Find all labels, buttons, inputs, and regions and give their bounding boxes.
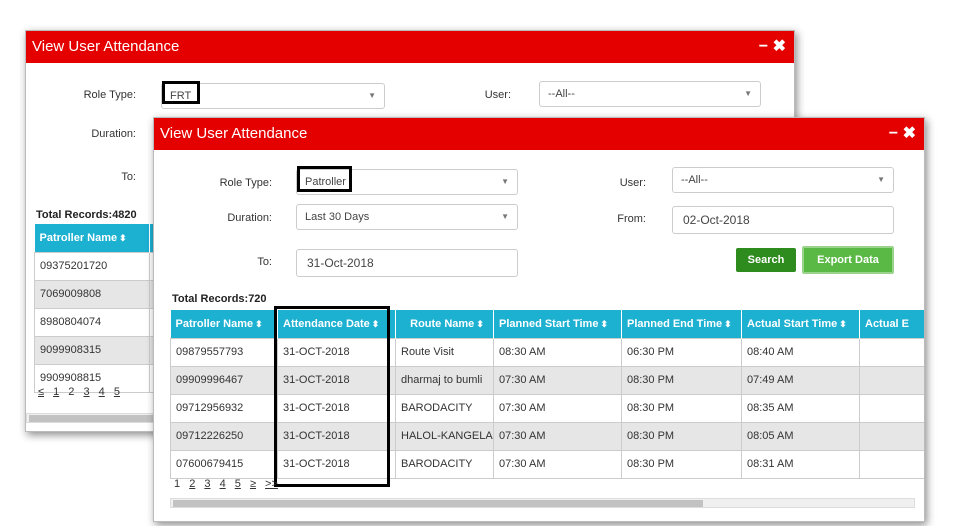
col-route-name[interactable]: Route Name ⬍ <box>395 310 494 338</box>
col-planned-start[interactable]: Planned Start Time ⬍ <box>493 310 622 338</box>
col-actual-start[interactable]: Actual Start Time ⬍ <box>741 310 860 338</box>
pager-first[interactable]: ≤ <box>38 386 44 398</box>
back-user-label: User: <box>484 89 511 101</box>
back-total-records: Total Records:4820 <box>36 209 137 221</box>
front-user-select[interactable]: --All-- ▼ <box>672 167 894 193</box>
front-user-label: User: <box>619 177 646 189</box>
front-dialog-title: View User Attendance <box>160 125 308 142</box>
sort-icon[interactable]: ⬍ <box>600 319 608 329</box>
front-scroll-thumb[interactable] <box>173 500 703 507</box>
back-dialog-title: View User Attendance <box>32 38 180 55</box>
pager-page-4[interactable]: 4 <box>220 478 226 490</box>
front-titlebar: View User Attendance − ✖ <box>154 118 924 150</box>
front-from-label: From: <box>617 213 646 225</box>
back-user-select[interactable]: --All-- ▼ <box>539 81 761 107</box>
back-window-controls[interactable]: − ✖ <box>759 31 786 63</box>
front-from-input[interactable]: 02-Oct-2018 <box>672 206 894 234</box>
back-pager: ≤ 1 2 3 4 5 <box>38 386 126 398</box>
pager-page-1[interactable]: 1 <box>174 478 180 490</box>
back-titlebar: View User Attendance − ✖ <box>26 31 794 63</box>
back-duration-label: Duration: <box>91 128 136 140</box>
col-planned-end[interactable]: Planned End Time ⬍ <box>621 310 742 338</box>
pager-last[interactable]: >> <box>265 478 278 490</box>
chevron-down-icon: ▼ <box>501 212 509 221</box>
pager-page-3[interactable]: 3 <box>204 478 210 490</box>
pager-page-4[interactable]: 4 <box>99 386 105 398</box>
sort-icon[interactable]: ⬍ <box>839 319 847 329</box>
sort-icon[interactable]: ⬍ <box>255 319 263 329</box>
back-scrollbar[interactable] <box>26 413 156 423</box>
pager-page-2[interactable]: 2 <box>189 478 195 490</box>
front-scrollbar[interactable] <box>170 498 915 508</box>
chevron-down-icon: ▼ <box>877 175 885 184</box>
front-window-controls[interactable]: − ✖ <box>889 118 916 150</box>
front-to-label: To: <box>257 256 272 268</box>
pager-page-5[interactable]: 5 <box>114 386 120 398</box>
chevron-down-icon: ▼ <box>368 91 376 100</box>
front-duration-select[interactable]: Last 30 Days ▼ <box>296 204 518 230</box>
front-role-highlight <box>297 166 352 192</box>
sort-icon[interactable]: ⬍ <box>119 233 127 243</box>
col-actual-end[interactable]: Actual E <box>859 310 924 338</box>
chevron-down-icon: ▼ <box>744 89 752 98</box>
pager-page-3[interactable]: 3 <box>83 386 89 398</box>
col-patroller-name[interactable]: Patroller Name ⬍ <box>170 310 278 338</box>
front-pager: 1 2 3 4 5 ≥ >> <box>174 478 284 490</box>
back-scroll-thumb[interactable] <box>29 415 153 422</box>
front-dialog: View User Attendance − ✖ Role Type: Patr… <box>153 117 925 522</box>
front-duration-label: Duration: <box>227 212 272 224</box>
back-role-label: Role Type: <box>83 89 136 101</box>
pager-page-2[interactable]: 2 <box>68 386 74 398</box>
sort-icon[interactable]: ⬍ <box>724 319 732 329</box>
pager-next[interactable]: ≥ <box>250 478 256 490</box>
pager-page-1[interactable]: 1 <box>53 386 59 398</box>
export-data-button[interactable]: Export Data <box>802 246 894 274</box>
back-role-highlight <box>162 81 200 104</box>
attendance-date-highlight <box>274 306 390 487</box>
search-button[interactable]: Search <box>736 248 796 272</box>
front-role-label: Role Type: <box>219 177 272 189</box>
front-to-input[interactable]: 31-Oct-2018 <box>296 249 518 277</box>
chevron-down-icon: ▼ <box>501 177 509 186</box>
front-total-records: Total Records:720 <box>172 293 267 305</box>
back-to-label: To: <box>121 171 136 183</box>
sort-icon[interactable]: ⬍ <box>476 319 484 329</box>
pager-page-5[interactable]: 5 <box>235 478 241 490</box>
back-col-patroller[interactable]: Patroller Name ⬍ <box>34 224 150 252</box>
